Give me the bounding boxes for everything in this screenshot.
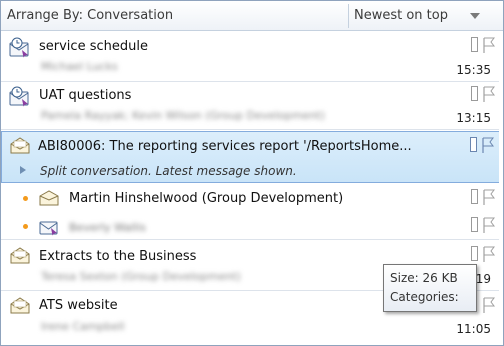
category-box[interactable]: [471, 246, 478, 261]
child-sender: Beverly Wallis: [69, 221, 146, 234]
envelope-open-icon: [10, 247, 30, 264]
message-time: 11:05: [456, 322, 491, 336]
message-subject: Extracts to the Business: [39, 249, 197, 264]
tooltip-size: Size: 26 KB: [390, 271, 458, 285]
envelope-open-icon: [39, 190, 59, 206]
flag-icon[interactable]: [481, 85, 497, 103]
expand-arrow-icon[interactable]: [20, 166, 26, 174]
conversation-child-row[interactable]: Beverly Wallis: [1, 212, 503, 240]
child-sender: Martin Hinshelwood (Group Development): [69, 191, 344, 206]
flag-icon[interactable]: [480, 136, 496, 154]
message-sender: Michael Lucks: [41, 60, 118, 73]
message-time: 15:35: [456, 63, 491, 77]
meeting-mail-icon: [9, 37, 29, 58]
category-box[interactable]: [471, 217, 478, 232]
conversation-header-row[interactable]: ABI80006: The reporting services report …: [1, 131, 503, 183]
category-box[interactable]: [470, 137, 477, 152]
message-subject: ATS website: [39, 298, 118, 313]
message-sender: Irene Campbell: [41, 320, 125, 333]
category-box[interactable]: [471, 86, 478, 101]
sort-order-button[interactable]: Newest on top: [354, 8, 448, 23]
unread-dot: [23, 196, 28, 201]
message-list: Arrange By: Conversation Newest on top s…: [0, 0, 504, 346]
flag-icon[interactable]: [481, 216, 497, 234]
arrange-header: Arrange By: Conversation Newest on top: [1, 1, 503, 31]
meeting-mail-icon: [39, 221, 58, 236]
message-subject: ABI80006: The reporting services report …: [38, 139, 412, 154]
flag-icon[interactable]: [481, 245, 497, 263]
message-subject: service schedule: [39, 39, 148, 54]
envelope-open-icon: [10, 297, 30, 314]
category-box[interactable]: [471, 37, 478, 52]
header-divider: [348, 4, 349, 28]
unread-dot: [23, 224, 28, 229]
message-row[interactable]: service schedule Michael Lucks 15:35: [1, 32, 503, 82]
meeting-mail-icon: [9, 86, 29, 107]
flag-icon[interactable]: [481, 296, 497, 314]
message-sender: Pamela Rayyak; Kevin Wilson (Group Devel…: [41, 109, 325, 122]
chevron-down-icon[interactable]: [470, 13, 480, 19]
message-time: 13:15: [456, 111, 491, 125]
scrollbar[interactable]: [499, 32, 503, 345]
message-sender: Teresa Sexton (Group Development): [41, 270, 241, 283]
message-row[interactable]: UAT questions Pamela Rayyak; Kevin Wilso…: [1, 82, 503, 130]
flag-icon[interactable]: [481, 188, 497, 206]
arrange-by-button[interactable]: Arrange By: Conversation: [7, 8, 173, 23]
tooltip-categories: Categories:: [390, 290, 459, 304]
message-subject: UAT questions: [39, 88, 132, 103]
flag-icon[interactable]: [481, 36, 497, 54]
conversation-child-row[interactable]: Martin Hinshelwood (Group Development): [1, 184, 503, 212]
split-conversation-note: Split conversation. Latest message shown…: [40, 164, 297, 178]
envelope-open-icon: [10, 137, 30, 154]
category-box[interactable]: [471, 189, 478, 204]
message-tooltip: Size: 26 KB Categories:: [383, 264, 477, 312]
